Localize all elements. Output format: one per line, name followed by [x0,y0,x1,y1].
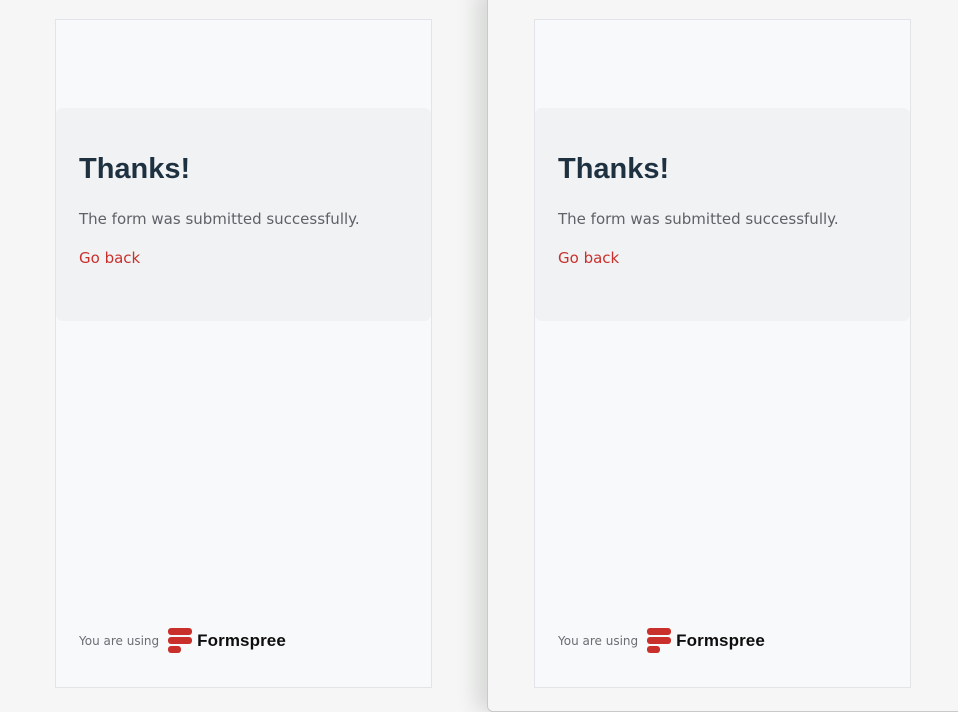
formspree-logo-link[interactable]: Formspree [647,628,765,654]
confirmation-card-right: Thanks! The form was submitted successfu… [534,19,911,688]
go-back-link[interactable]: Go back [558,249,619,267]
success-panel: Thanks! The form was submitted successfu… [535,108,910,321]
formspree-logo-icon [647,628,672,653]
brand-name: Formspree [676,631,765,650]
success-panel: Thanks! The form was submitted successfu… [56,108,431,321]
formspree-logo-link[interactable]: Formspree [168,628,286,654]
confirmation-card-left: Thanks! The form was submitted successfu… [55,19,432,688]
footer-text: You are using [558,634,639,648]
formspree-logo-icon [168,628,193,653]
go-back-link[interactable]: Go back [79,249,140,267]
footer-text: You are using [79,634,160,648]
success-message: The form was submitted successfully. [558,210,839,228]
powered-by-footer: You are using Formspree [79,626,286,656]
powered-by-footer: You are using Formspree [558,626,765,656]
success-message: The form was submitted successfully. [79,210,360,228]
page-title: Thanks! [558,153,670,185]
brand-name: Formspree [197,631,286,650]
page-title: Thanks! [79,153,191,185]
